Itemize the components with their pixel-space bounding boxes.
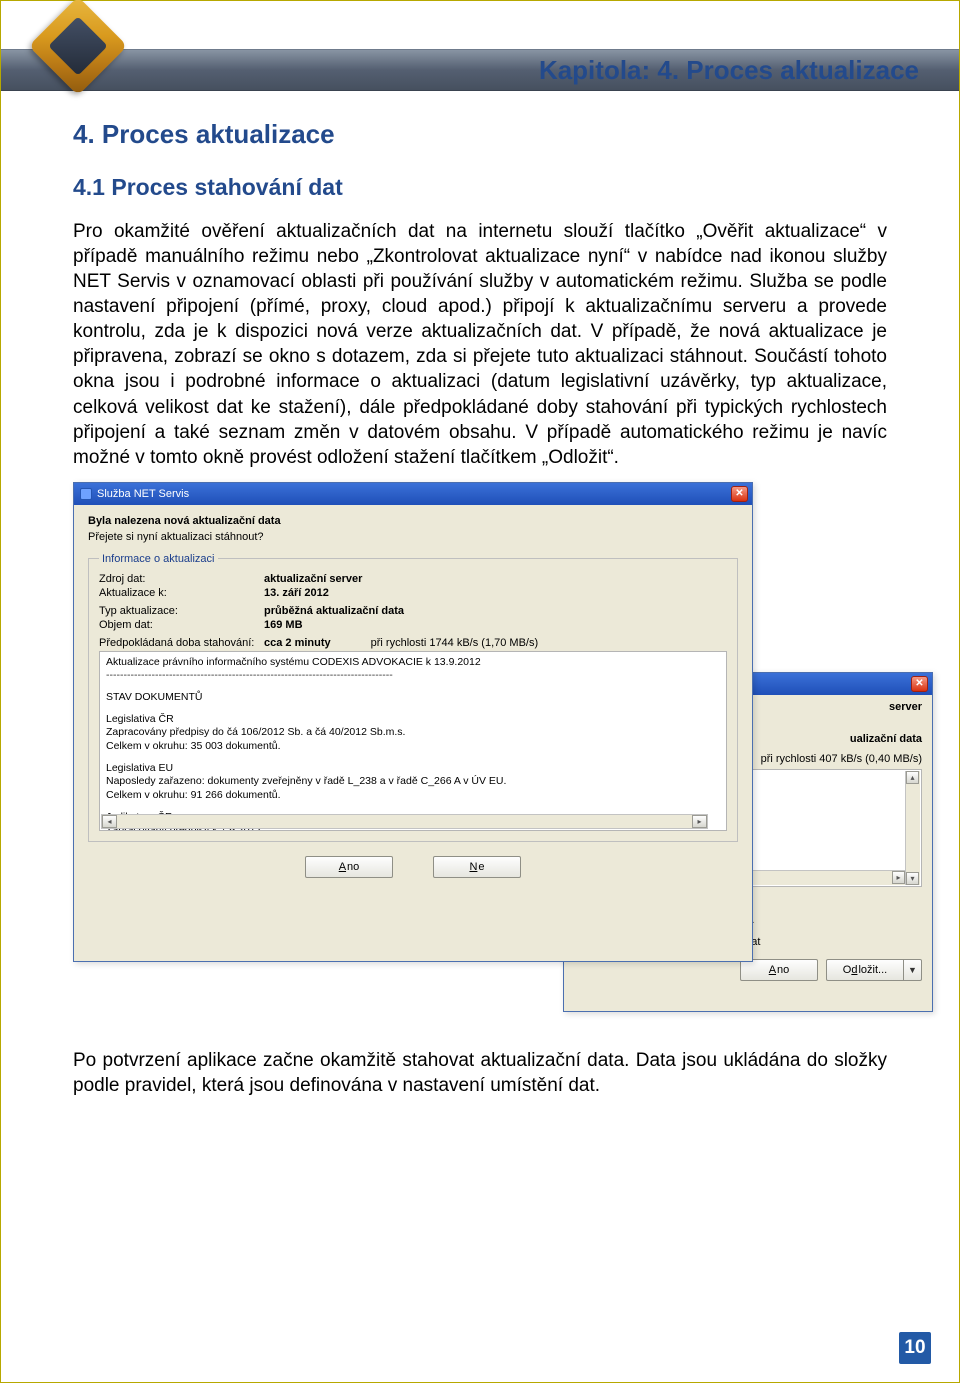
yes-button-back[interactable]: Ano <box>740 959 818 981</box>
close-button[interactable]: ✕ <box>731 486 748 502</box>
scroll-left-icon[interactable]: ◂ <box>102 815 117 828</box>
label-type: Typ aktualizace: <box>99 605 264 617</box>
label-to: Aktualizace k: <box>99 587 264 599</box>
chapter-name: 4. Proces aktualizace <box>657 55 919 85</box>
scroll-right-icon[interactable]: ▸ <box>892 871 905 884</box>
ta-line: Aktualizace právního informačního systém… <box>106 656 720 670</box>
screenshot-group: ✕ server ualizační data při rychlosti 40… <box>73 482 887 1022</box>
value-source: aktualizační server <box>264 573 362 585</box>
scrollbar-horizontal[interactable]: ◂ ▸ <box>101 814 708 829</box>
ta-line: Celkem v okruhu: 35 003 dokumentů. <box>106 740 720 754</box>
label-source: Zdroj dat: <box>99 573 264 585</box>
header: Kapitola: 4. Proces aktualizace <box>1 1 959 91</box>
paragraph-2: Po potvrzení aplikace začne okamžitě sta… <box>73 1048 887 1098</box>
ta-line: Celkem v okruhu: 91 266 dokumentů. <box>106 789 720 803</box>
scrollbar-vertical[interactable]: ▴ ▾ <box>905 771 920 885</box>
ta-line: STAV DOKUMENTŮ <box>106 691 720 705</box>
group-legend: Informace o aktualizaci <box>99 553 218 565</box>
content: 4. Proces aktualizace 4.1 Proces stahová… <box>1 91 959 1098</box>
yes-button[interactable]: Ano <box>305 856 393 878</box>
label-duration: Předpokládaná doba stahování: <box>99 637 264 649</box>
section-heading: 4. Proces aktualizace <box>73 119 887 150</box>
value-to: 13. září 2012 <box>264 587 329 599</box>
ta-line: ----------------------------------------… <box>106 669 720 683</box>
titlebar-front: Služba NET Servis ✕ <box>74 483 752 505</box>
label-size: Objem dat: <box>99 619 264 631</box>
no-button[interactable]: Ne <box>433 856 521 878</box>
value-duration: cca 2 minuty <box>264 637 331 649</box>
ta-line: Zapracovány předpisy do čá 106/2012 Sb. … <box>106 726 720 740</box>
info-group: Informace o aktualizaci Zdroj dat:aktual… <box>88 553 738 842</box>
value-size: 169 MB <box>264 619 303 631</box>
changes-textarea[interactable]: Aktualizace právního informačního systém… <box>99 651 727 831</box>
scroll-down-icon[interactable]: ▾ <box>906 872 919 885</box>
ta-line: Naposledy zařazeno: dokumenty zveřejněny… <box>106 775 720 789</box>
page-number: 10 <box>899 1332 931 1364</box>
value-duration-extra: při rychlosti 1744 kB/s (1,70 MB/s) <box>371 637 539 649</box>
subsection-heading: 4.1 Proces stahování dat <box>73 174 887 201</box>
dialog-title: Služba NET Servis <box>97 488 189 500</box>
paragraph-1: Pro okamžité ověření aktualizačních dat … <box>73 219 887 470</box>
defer-button[interactable]: Odložit... <box>826 959 904 981</box>
ta-line: Legislativa ČR <box>106 713 720 727</box>
scroll-up-icon[interactable]: ▴ <box>906 771 919 784</box>
dialog-front: Služba NET Servis ✕ Byla nalezena nová a… <box>73 482 753 962</box>
close-button-back[interactable]: ✕ <box>911 676 928 692</box>
page: Kapitola: 4. Proces aktualizace 4. Proce… <box>0 0 960 1383</box>
chevron-down-icon[interactable]: ▼ <box>904 959 922 981</box>
defer-split-button[interactable]: Odložit... ▼ <box>826 959 922 981</box>
value-type: průběžná aktualizační data <box>264 605 404 617</box>
scroll-right-icon[interactable]: ▸ <box>692 815 707 828</box>
dialog-heading: Byla nalezena nová aktualizační data <box>88 515 738 527</box>
ta-line: Legislativa EU <box>106 762 720 776</box>
dialog-subheading: Přejete si nyní aktualizaci stáhnout? <box>88 531 738 543</box>
app-icon <box>80 488 92 500</box>
chapter-title: Kapitola: 4. Proces aktualizace <box>539 55 919 86</box>
chapter-prefix: Kapitola: <box>539 55 657 85</box>
